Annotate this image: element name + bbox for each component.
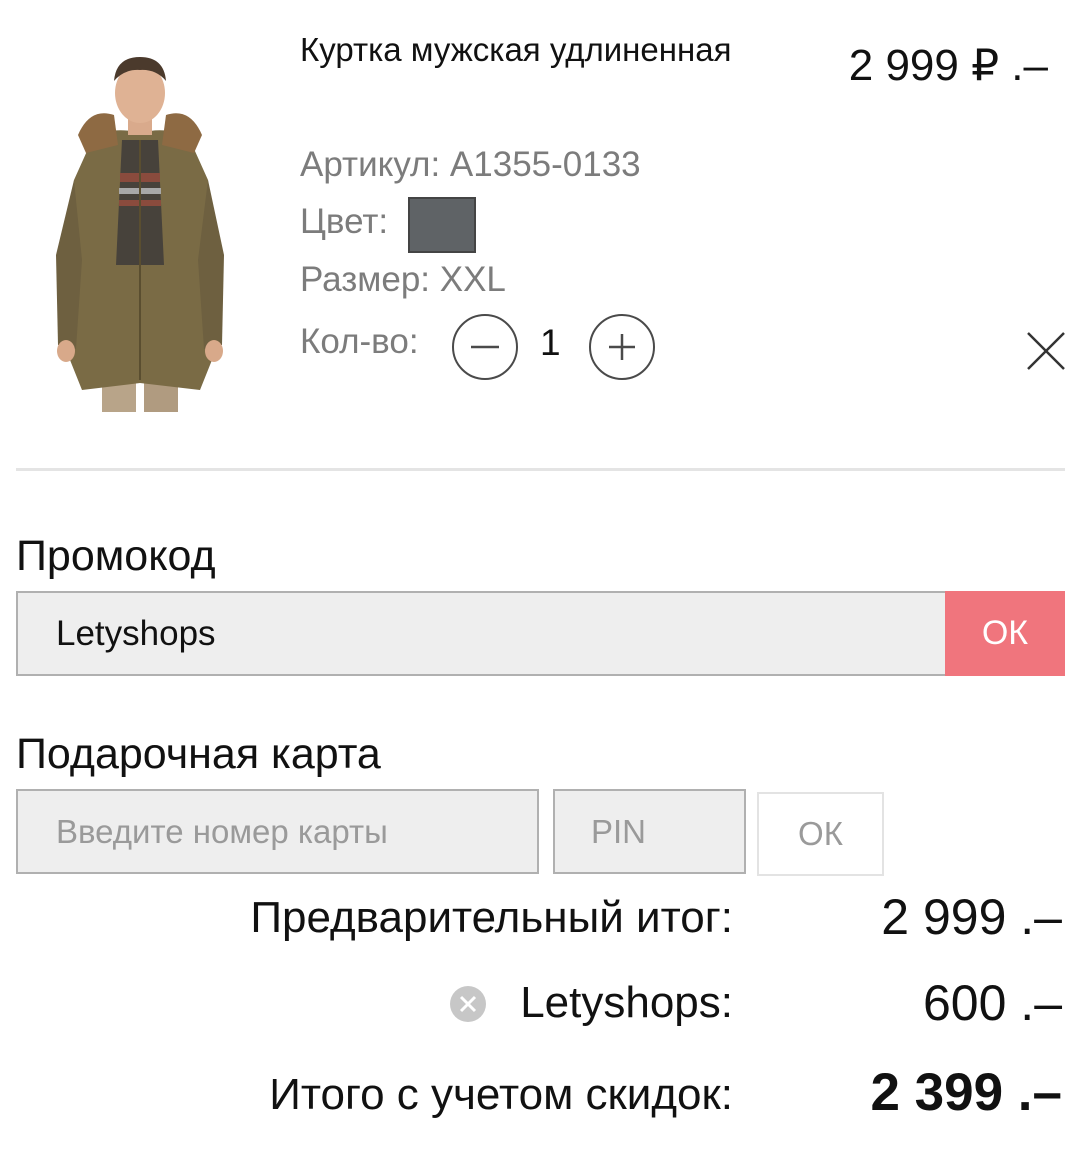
close-icon — [1027, 332, 1065, 370]
gift-card-number-input[interactable] — [16, 789, 539, 874]
increase-quantity-button[interactable] — [589, 314, 655, 380]
quantity-value: 1 — [540, 322, 561, 363]
total-label: Итого с учетом скидок: — [269, 1070, 733, 1119]
product-price: 2 999 ₽ .– — [848, 41, 1048, 90]
discount-label: Letyshops: — [520, 978, 733, 1027]
total-value: 2 399 .– — [870, 1063, 1062, 1122]
subtotal-label: Предварительный итог: — [250, 893, 733, 942]
clear-circle-icon — [450, 986, 486, 1022]
product-image[interactable] — [40, 45, 240, 415]
remove-promo-button[interactable] — [449, 985, 487, 1023]
promo-apply-button[interactable]: ОК — [945, 591, 1065, 676]
subtotal-value: 2 999 .– — [881, 889, 1062, 945]
discount-value: 600 .– — [922, 975, 1062, 1031]
product-color-swatch — [408, 197, 476, 253]
product-color-label: Цвет: — [300, 202, 389, 241]
gift-card-label: Подарочная карта — [16, 730, 381, 778]
gift-card-pin-input[interactable] — [553, 789, 746, 874]
product-title[interactable]: Куртка мужская удлиненная — [300, 28, 740, 71]
promo-code-label: Промокод — [16, 532, 216, 580]
product-sku: Артикул: A1355-0133 — [300, 145, 641, 184]
product-size: Размер: XXL — [300, 260, 506, 299]
decrease-quantity-button[interactable] — [452, 314, 518, 380]
remove-item-button[interactable] — [1025, 330, 1067, 372]
promo-code-input[interactable] — [16, 591, 947, 676]
gift-card-apply-button[interactable]: ОК — [757, 792, 884, 876]
divider — [16, 468, 1065, 471]
quantity-label: Кол-во: — [300, 322, 419, 361]
plus-icon — [609, 334, 635, 360]
minus-icon — [471, 345, 499, 349]
